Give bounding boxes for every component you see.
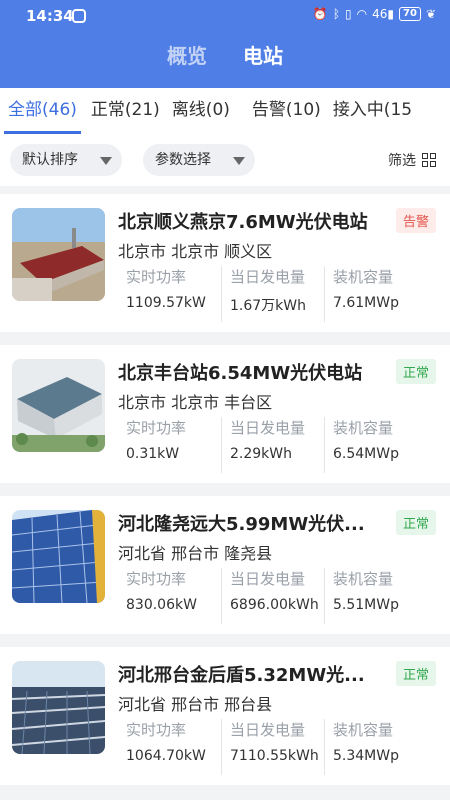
station-metrics: 实时功率 0.31kW 当日发电量 2.29kWh 装机容量 6.54MWp — [118, 417, 438, 473]
status-badge: 正常 — [395, 510, 436, 535]
metric-daily-energy: 当日发电量 7110.55kWh — [221, 719, 324, 775]
metric-value: 6.54MWp — [333, 446, 399, 462]
sort-dropdown[interactable]: 默认排序 — [10, 144, 122, 176]
metric-capacity: 装机容量 6.54MWp — [324, 417, 427, 473]
chevron-down-icon — [233, 157, 245, 165]
metric-label: 当日发电量 — [230, 268, 306, 286]
metric-label: 实时功率 — [126, 721, 187, 739]
metric-realtime-power: 实时功率 1109.57kW — [118, 266, 221, 322]
filter-tab-all[interactable]: 全部(46) — [4, 88, 81, 134]
metric-realtime-power: 实时功率 830.06kW — [118, 568, 221, 624]
metric-value: 1.67万kWh — [230, 298, 306, 314]
station-location: 河北省 邢台市 隆尧县 — [118, 544, 273, 563]
station-photo — [12, 359, 105, 452]
metric-label: 实时功率 — [126, 419, 187, 437]
status-bar: 14:34 ⏰ ᛒ ▯ ◠ 46▮ 70 ❦ — [0, 0, 450, 32]
metric-label: 装机容量 — [333, 419, 394, 437]
metric-label: 实时功率 — [126, 570, 187, 588]
tab-overview[interactable]: 概览 — [167, 40, 207, 69]
top-tabs: 概览 电站 — [0, 40, 450, 69]
metric-label: 当日发电量 — [230, 721, 306, 739]
metric-realtime-power: 实时功率 1064.70kW — [118, 719, 221, 775]
metric-label: 装机容量 — [333, 268, 394, 286]
station-card[interactable]: 河北隆尧远大5.99MW光伏... 正常 河北省 邢台市 隆尧县 实时功率 83… — [0, 496, 450, 634]
filter-button[interactable]: 筛选 — [388, 150, 436, 170]
filter-label: 筛选 — [388, 153, 416, 169]
filter-tab-offline[interactable]: 离线(0) — [168, 88, 234, 134]
metric-value: 7.61MWp — [333, 295, 399, 311]
sort-label: 默认排序 — [22, 152, 78, 168]
app-notification-icon — [72, 9, 86, 23]
param-dropdown[interactable]: 参数选择 — [143, 144, 255, 176]
station-photo — [12, 661, 105, 754]
metric-value: 830.06kW — [126, 597, 197, 613]
status-icons: ⏰ ᛒ ▯ ◠ 46▮ 70 ❦ — [313, 7, 436, 21]
metric-realtime-power: 实时功率 0.31kW — [118, 417, 221, 473]
status-badge: 告警 — [395, 208, 436, 233]
wifi-icon: ◠ — [356, 7, 368, 21]
bluetooth-icon: ᛒ — [332, 7, 341, 21]
chevron-down-icon — [100, 157, 112, 165]
metric-daily-energy: 当日发电量 6896.00kWh — [221, 568, 324, 624]
station-name: 河北隆尧远大5.99MW光伏... — [118, 514, 365, 535]
station-card[interactable]: 北京丰台站6.54MW光伏电站 正常 北京市 北京市 丰台区 实时功率 0.31… — [0, 345, 450, 483]
metric-value: 0.31kW — [126, 446, 180, 462]
signal-icon: 46▮ — [372, 7, 395, 21]
metric-label: 当日发电量 — [230, 419, 306, 437]
station-metrics: 实时功率 1109.57kW 当日发电量 1.67万kWh 装机容量 7.61M… — [118, 266, 438, 322]
station-location: 北京市 北京市 丰台区 — [118, 393, 273, 412]
filter-grid-icon — [422, 153, 436, 167]
metric-capacity: 装机容量 7.61MWp — [324, 266, 427, 322]
station-metrics: 实时功率 830.06kW 当日发电量 6896.00kWh 装机容量 5.51… — [118, 568, 438, 624]
metric-value: 2.29kWh — [230, 446, 292, 462]
station-name: 北京丰台站6.54MW光伏电站 — [118, 363, 363, 384]
metric-label: 当日发电量 — [230, 570, 306, 588]
tab-stations[interactable]: 电站 — [243, 40, 283, 69]
metric-value: 5.51MWp — [333, 597, 399, 613]
toolbar: 默认排序 参数选择 筛选 — [0, 134, 450, 186]
metric-value: 1109.57kW — [126, 295, 206, 311]
metric-value: 5.34MWp — [333, 748, 399, 764]
status-badge: 正常 — [395, 359, 436, 384]
station-card[interactable]: 河北邢台金后盾5.32MW光... 正常 河北省 邢台市 邢台县 实时功率 10… — [0, 647, 450, 785]
status-time: 14:34 — [26, 7, 74, 25]
metric-value: 6896.00kWh — [230, 597, 319, 613]
station-name: 河北邢台金后盾5.32MW光... — [118, 665, 365, 686]
station-location: 河北省 邢台市 邢台县 — [118, 695, 273, 714]
status-badge: 正常 — [395, 661, 436, 686]
leaf-icon: ❦ — [425, 7, 436, 21]
metric-capacity: 装机容量 5.34MWp — [324, 719, 427, 775]
app-header: 14:34 ⏰ ᛒ ▯ ◠ 46▮ 70 ❦ 概览 电站 — [0, 0, 450, 88]
metric-value: 7110.55kWh — [230, 748, 319, 764]
station-name: 北京顺义燕京7.6MW光伏电站 — [118, 212, 368, 233]
filter-tab-normal[interactable]: 正常(21) — [87, 88, 164, 134]
battery-icon: 70 — [399, 7, 421, 21]
metric-capacity: 装机容量 5.51MWp — [324, 568, 427, 624]
param-label: 参数选择 — [155, 152, 211, 168]
status-filter-tabs: 全部(46) 正常(21) 离线(0) 告警(10) 接入中(15 — [0, 88, 450, 134]
metric-label: 实时功率 — [126, 268, 187, 286]
filter-tab-alarm[interactable]: 告警(10) — [248, 88, 325, 134]
filter-tab-connecting[interactable]: 接入中(15 — [329, 88, 416, 134]
metric-label: 装机容量 — [333, 570, 394, 588]
metric-daily-energy: 当日发电量 2.29kWh — [221, 417, 324, 473]
station-location: 北京市 北京市 顺义区 — [118, 242, 273, 261]
metric-value: 1064.70kW — [126, 748, 206, 764]
station-card[interactable]: 北京顺义燕京7.6MW光伏电站 告警 北京市 北京市 顺义区 实时功率 1109… — [0, 194, 450, 332]
station-photo — [12, 208, 105, 301]
station-metrics: 实时功率 1064.70kW 当日发电量 7110.55kWh 装机容量 5.3… — [118, 719, 438, 775]
station-photo — [12, 510, 105, 603]
metric-daily-energy: 当日发电量 1.67万kWh — [221, 266, 324, 322]
vibrate-icon: ▯ — [345, 7, 352, 21]
metric-label: 装机容量 — [333, 721, 394, 739]
alarm-icon: ⏰ — [312, 7, 328, 21]
